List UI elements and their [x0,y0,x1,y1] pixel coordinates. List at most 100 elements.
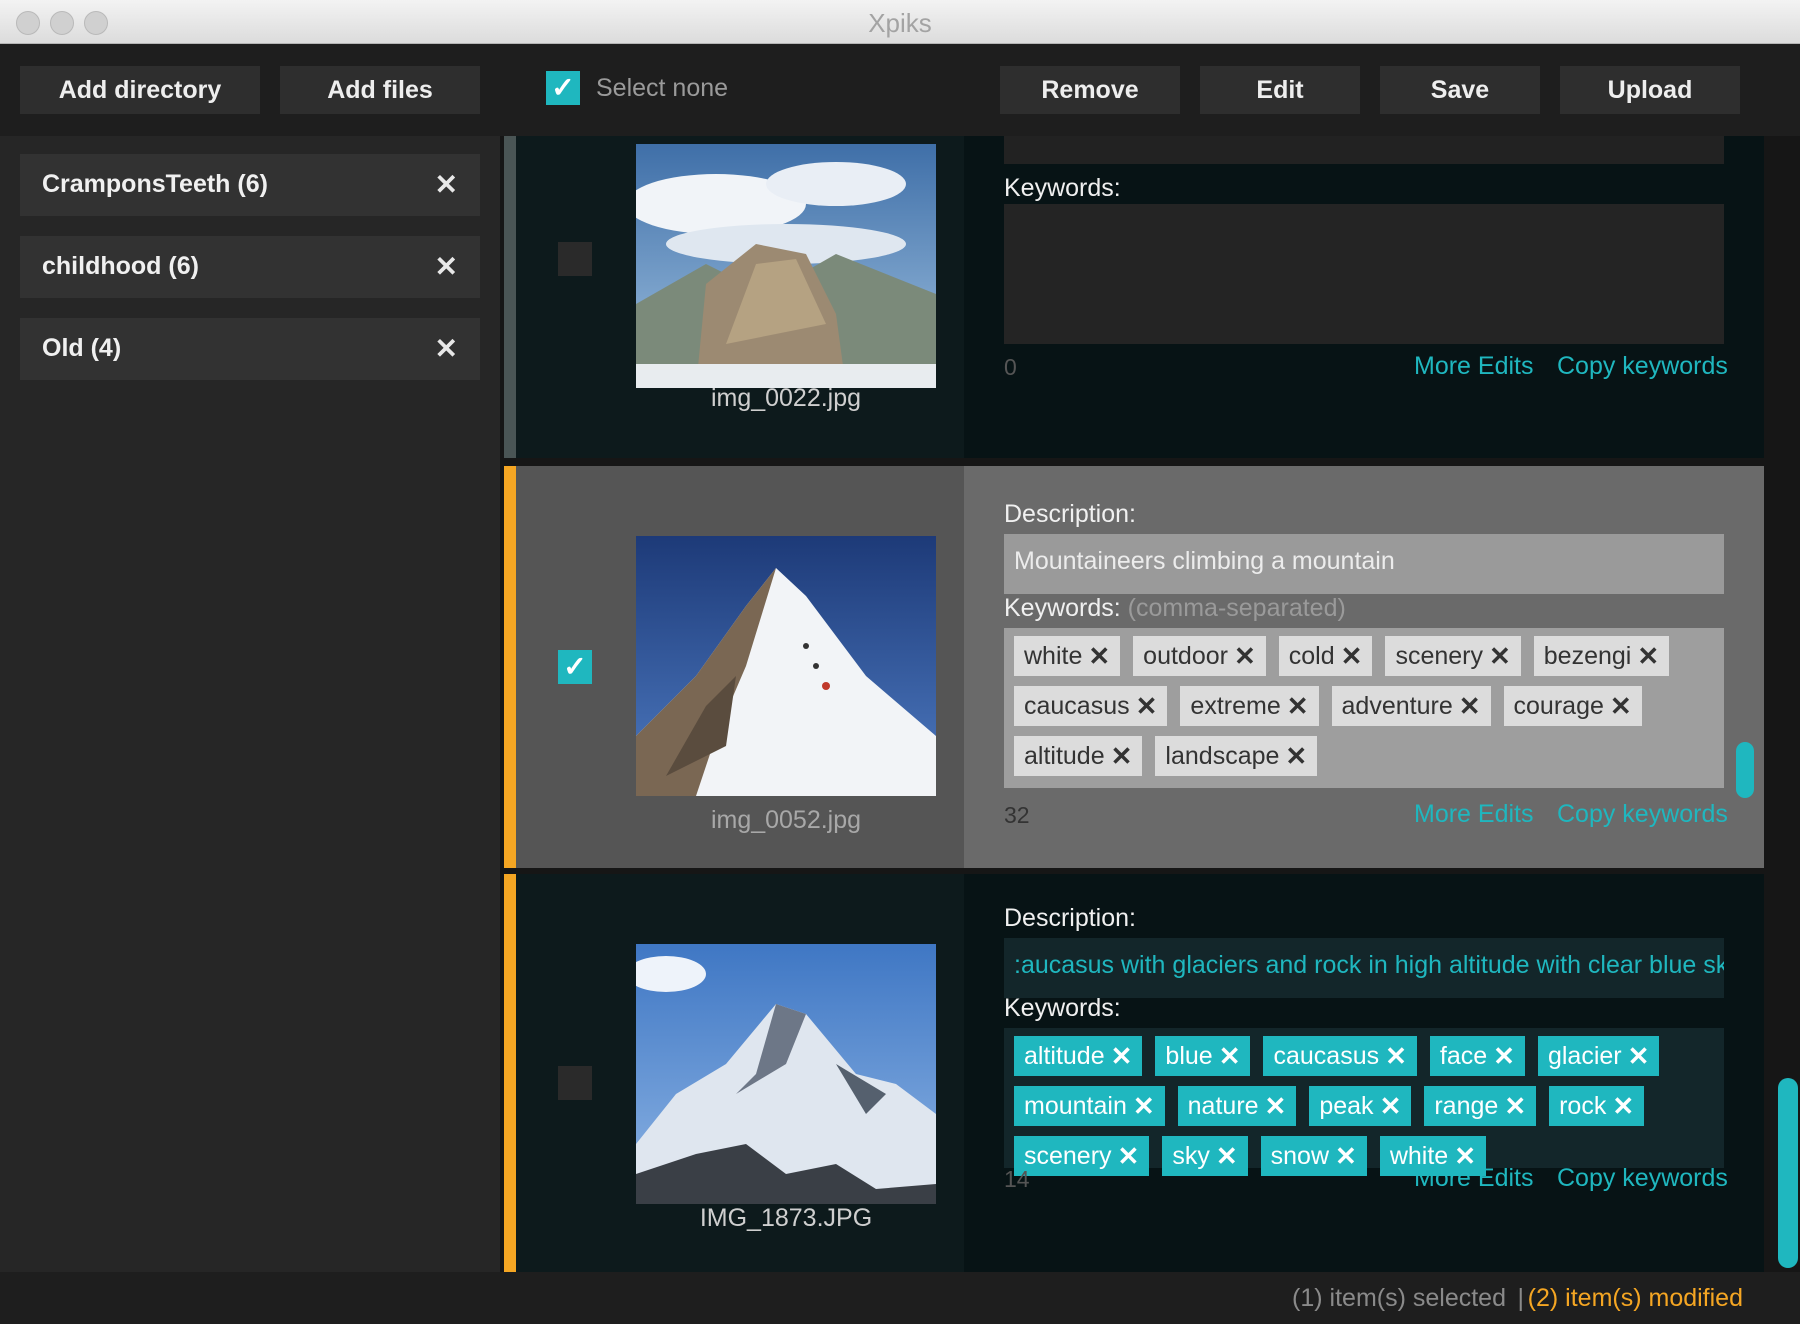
close-icon[interactable]: ✕ [1459,691,1481,722]
directory-label: CramponsTeeth (6) [42,170,268,198]
keywords-field[interactable]: altitude ✕ blue ✕ caucasus ✕ face ✕ glacier ✕ moun… [1004,1028,1724,1176]
artwork-thumbnail[interactable] [636,144,936,388]
close-icon[interactable]: ✕ [1504,1091,1526,1122]
edit-button[interactable]: Edit [1200,66,1360,114]
close-icon[interactable]: ✕ [1335,1141,1357,1172]
keyword-chip[interactable]: scenery ✕ [1014,1136,1150,1176]
close-icon[interactable]: ✕ [1341,641,1363,672]
close-icon[interactable]: ✕ [1118,1141,1140,1172]
copy-keywords-link[interactable]: Copy keywords [1557,1164,1728,1193]
item-checkbox[interactable] [558,1066,592,1100]
close-icon[interactable]: ✕ [1637,641,1659,672]
keyword-chip[interactable]: bezengi ✕ [1533,636,1670,676]
keyword-chip[interactable]: extreme ✕ [1180,686,1319,726]
artwork-thumbnail[interactable] [636,536,936,796]
keywords-field[interactable]: white ✕ outdoor ✕ cold ✕ scenery ✕ bezengi ✕ cauca… [1004,628,1724,788]
close-icon[interactable]: ✕ [1493,1041,1515,1072]
keyword-chip[interactable]: blue ✕ [1155,1036,1251,1076]
close-icon[interactable]: ✕ [1489,641,1511,672]
keyword-text: landscape [1165,741,1280,770]
keyword-chip[interactable]: adventure ✕ [1331,686,1491,726]
keyword-chip[interactable]: sky ✕ [1162,1136,1248,1176]
close-icon[interactable]: ✕ [1219,1041,1241,1072]
keyword-chip[interactable]: mountain ✕ [1014,1086,1165,1126]
close-icon[interactable]: ✕ [1265,1091,1287,1122]
keyword-chip[interactable]: landscape ✕ [1155,736,1318,776]
close-icon[interactable]: ✕ [1136,691,1158,722]
description-field[interactable] [1004,136,1724,164]
close-icon[interactable]: ✕ [1111,741,1133,772]
close-icon[interactable]: ✕ [1287,691,1309,722]
keyword-chip[interactable]: nature ✕ [1177,1086,1297,1126]
keywords-field[interactable] [1004,204,1724,344]
add-directory-button[interactable]: Add directory [20,66,260,114]
directory-item[interactable]: Old (4) ✕ [20,318,480,380]
directory-item[interactable]: CramponsTeeth (6) ✕ [20,154,480,216]
remove-button[interactable]: Remove [1000,66,1180,114]
item-checkbox[interactable]: ✓ [558,650,592,684]
close-icon[interactable]: ✕ [1628,1041,1650,1072]
close-icon[interactable]: ✕ [1111,1041,1133,1072]
modified-indicator [504,874,516,1272]
keywords-scrollbar[interactable] [1736,742,1754,798]
keywords-label-text: Keywords: [1004,594,1121,622]
keyword-chip[interactable]: cold ✕ [1278,636,1373,676]
select-none-checkbox[interactable]: ✓ [546,71,580,105]
keyword-chip[interactable]: altitude ✕ [1014,1036,1143,1076]
save-button[interactable]: Save [1380,66,1540,114]
keyword-chip[interactable]: range ✕ [1424,1086,1537,1126]
close-icon[interactable]: ✕ [435,332,458,365]
close-icon[interactable]: ✕ [1285,741,1307,772]
keyword-chip[interactable]: peak ✕ [1309,1086,1412,1126]
description-field[interactable]: :aucasus with glaciers and rock in high … [1004,938,1724,998]
keyword-chip[interactable]: white ✕ [1014,636,1121,676]
keyword-chip[interactable]: scenery ✕ [1385,636,1521,676]
copy-keywords-link[interactable]: Copy keywords [1557,800,1728,829]
close-icon[interactable]: ✕ [1088,641,1110,672]
artwork-thumbnail[interactable] [636,944,936,1204]
item-checkbox[interactable] [558,242,592,276]
select-none-label[interactable]: Select none [596,74,728,103]
keyword-chip[interactable]: caucasus ✕ [1014,686,1168,726]
keyword-text: nature [1187,1091,1259,1120]
upload-button[interactable]: Upload [1560,66,1740,114]
artwork-filename: img_0052.jpg [710,806,862,834]
keyword-chip[interactable]: snow ✕ [1260,1136,1367,1176]
artwork-list: img_0022.jpg Keywords: 0 More Edits Copy… [500,136,1800,1272]
keyword-text: rock [1559,1091,1607,1120]
keyword-text: altitude [1024,1041,1105,1070]
keyword-chip[interactable]: courage ✕ [1503,686,1642,726]
directory-item[interactable]: childhood (6) ✕ [20,236,480,298]
keyword-text: extreme [1190,691,1281,720]
close-icon[interactable]: ✕ [435,250,458,283]
more-edits-link[interactable]: More Edits [1414,352,1533,381]
close-icon[interactable]: ✕ [1610,691,1632,722]
title-bar: Xpiks [0,0,1800,44]
keyword-text: bezengi [1543,641,1632,670]
keywords-label: Keywords: (comma-separated) [1004,594,1346,623]
checkmark-icon: ✓ [551,72,575,103]
add-files-button[interactable]: Add files [280,66,480,114]
keyword-chip[interactable]: rock ✕ [1549,1086,1645,1126]
keyword-chip[interactable]: outdoor ✕ [1133,636,1266,676]
toolbar: Add directory Add files ✓ Select none Re… [0,44,1800,136]
close-icon[interactable]: ✕ [1234,641,1256,672]
list-scrollbar[interactable] [1778,1078,1798,1268]
close-icon[interactable]: ✕ [1380,1091,1402,1122]
description-field[interactable]: Mountaineers climbing a mountain [1004,534,1724,594]
close-icon[interactable]: ✕ [1612,1091,1634,1122]
keyword-text: caucasus [1273,1041,1380,1070]
more-edits-link[interactable]: More Edits [1414,1164,1533,1193]
more-edits-link[interactable]: More Edits [1414,800,1533,829]
keyword-chip[interactable]: glacier ✕ [1537,1036,1660,1076]
keyword-chip[interactable]: altitude ✕ [1014,736,1143,776]
close-icon[interactable]: ✕ [1133,1091,1155,1122]
modified-count[interactable]: (2) item(s) modified [1528,1284,1743,1313]
close-icon[interactable]: ✕ [1216,1141,1238,1172]
keyword-chip[interactable]: face ✕ [1429,1036,1525,1076]
keyword-chip[interactable]: caucasus ✕ [1263,1036,1417,1076]
keyword-text: courage [1513,691,1604,720]
close-icon[interactable]: ✕ [435,168,458,201]
close-icon[interactable]: ✕ [1385,1041,1407,1072]
copy-keywords-link[interactable]: Copy keywords [1557,352,1728,381]
